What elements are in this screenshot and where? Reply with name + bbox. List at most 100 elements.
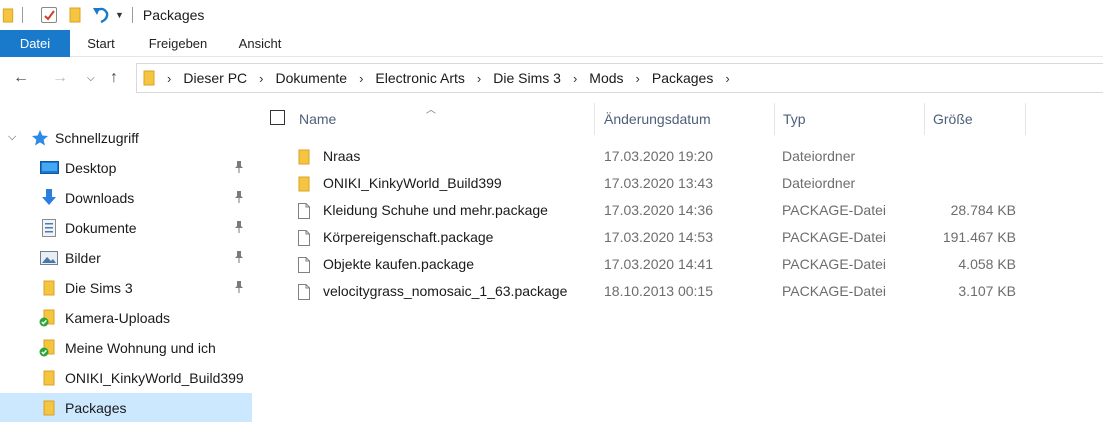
sidebar-item-meine-wohnung[interactable]: Meine Wohnung und ich: [0, 333, 252, 363]
table-row[interactable]: velocitygrass_nomosaic_1_63.package 18.1…: [260, 279, 1103, 306]
file-icon: [298, 203, 310, 219]
file-type: PACKAGE-Datei: [782, 256, 886, 272]
synced-folder-icon: [39, 339, 55, 357]
pin-icon[interactable]: [234, 191, 244, 203]
file-date: 17.03.2020 14:41: [604, 256, 713, 272]
pin-icon[interactable]: [234, 161, 244, 173]
back-arrow-icon[interactable]: ←: [13, 69, 29, 87]
file-name: ONIKI_KinkyWorld_Build399: [323, 175, 502, 191]
sidebar-item-downloads[interactable]: Downloads: [0, 183, 252, 213]
file-date: 18.10.2013 00:15: [604, 283, 713, 299]
column-header-size[interactable]: Größe: [933, 108, 973, 136]
sidebar-item-die-sims-3[interactable]: Die Sims 3: [0, 273, 252, 303]
sidebar-item-documents[interactable]: Dokumente: [0, 213, 252, 243]
file-size: 191.467 KB: [942, 229, 1016, 245]
breadcrumb-die-sims-3[interactable]: Die Sims 3: [493, 70, 561, 86]
sidebar-item-label: Bilder: [65, 250, 101, 266]
column-divider[interactable]: [774, 103, 775, 135]
undo-icon[interactable]: [91, 5, 111, 25]
breadcrumb-chevron-icon[interactable]: ›: [167, 71, 171, 86]
customize-toolbar-dropdown-icon[interactable]: ▼: [115, 10, 124, 20]
file-date: 17.03.2020 14:36: [604, 202, 713, 218]
table-row[interactable]: Kleidung Schuhe und mehr.package 17.03.2…: [260, 198, 1103, 225]
tab-file[interactable]: Datei: [0, 30, 70, 57]
sidebar-item-oniki[interactable]: ONIKI_KinkyWorld_Build399: [0, 363, 252, 393]
table-row[interactable]: ONIKI_KinkyWorld_Build399 17.03.2020 13:…: [260, 171, 1103, 198]
file-icon: [298, 284, 310, 300]
nav-quick-access-label: Schnellzugriff: [55, 130, 139, 146]
breadcrumb-chevron-icon[interactable]: ›: [573, 71, 577, 86]
breadcrumb-documents[interactable]: Dokumente: [275, 70, 347, 86]
nav-quick-access[interactable]: ⌵ Schnellzugriff: [0, 123, 252, 153]
sidebar-item-kamera-uploads[interactable]: Kamera-Uploads: [0, 303, 252, 333]
sidebar-item-label: Downloads: [65, 190, 135, 206]
file-size: 28.784 KB: [950, 202, 1016, 218]
recent-locations-chevron-icon[interactable]: ⌵: [87, 73, 95, 84]
table-row[interactable]: Objekte kaufen.package 17.03.2020 14:41 …: [260, 252, 1103, 279]
properties-check-icon: [44, 10, 55, 21]
column-divider[interactable]: [594, 103, 595, 135]
column-header-type[interactable]: Typ: [783, 108, 806, 136]
file-list: ︿ Name Änderungsdatum Typ Größe Nraas 17…: [260, 101, 1103, 422]
breadcrumb-packages[interactable]: Packages: [652, 70, 713, 86]
ribbon-tabs: Datei Start Freigeben Ansicht: [0, 30, 1103, 57]
breadcrumb-chevron-icon[interactable]: ›: [359, 71, 363, 86]
file-date: 17.03.2020 13:43: [604, 175, 713, 191]
synced-folder-icon: [39, 309, 55, 327]
folder-icon[interactable]: [2, 7, 14, 23]
table-row[interactable]: Körpereigenschaft.package 17.03.2020 14:…: [260, 225, 1103, 252]
breadcrumb-chevron-icon[interactable]: ›: [259, 71, 263, 86]
title-bar: ▼ Packages: [0, 0, 1103, 30]
sidebar-item-desktop[interactable]: Desktop: [0, 153, 252, 183]
breadcrumb-chevron-icon[interactable]: ›: [636, 71, 640, 86]
folder-icon: [43, 370, 55, 386]
file-type: PACKAGE-Datei: [782, 229, 886, 245]
select-all-checkbox[interactable]: [270, 110, 285, 125]
sort-ascending-icon: ︿: [426, 105, 436, 116]
file-name: Körpereigenschaft.package: [323, 229, 494, 245]
desktop-icon: [40, 161, 59, 174]
expand-chevron-icon[interactable]: ⌵: [8, 131, 16, 144]
breadcrumb-electronic-arts[interactable]: Electronic Arts: [375, 70, 464, 86]
quick-access-toolbar: ▼: [0, 0, 141, 30]
address-row: ← → ⌵ ↑ › Dieser PC › Dokumente › Electr…: [0, 57, 1103, 101]
file-type: Dateiordner: [782, 175, 856, 191]
file-date: 17.03.2020 14:53: [604, 229, 713, 245]
tab-view[interactable]: Ansicht: [224, 30, 296, 57]
pin-icon[interactable]: [234, 251, 244, 263]
file-type: Dateiordner: [782, 148, 856, 164]
properties-button[interactable]: [41, 7, 57, 23]
column-header-name[interactable]: Name: [299, 108, 336, 136]
pin-icon[interactable]: [234, 221, 244, 233]
pin-icon[interactable]: [234, 281, 244, 293]
file-name: velocitygrass_nomosaic_1_63.package: [323, 283, 568, 299]
breadcrumb-chevron-icon[interactable]: ›: [725, 71, 729, 86]
address-bar[interactable]: › Dieser PC › Dokumente › Electronic Art…: [136, 63, 1103, 93]
table-row[interactable]: Nraas 17.03.2020 19:20 Dateiordner: [260, 144, 1103, 171]
folder-icon: [298, 149, 310, 165]
forward-arrow-icon[interactable]: →: [52, 69, 68, 87]
breadcrumb-this-pc[interactable]: Dieser PC: [183, 70, 247, 86]
sidebar-item-label: Kamera-Uploads: [65, 310, 171, 326]
column-header-date[interactable]: Änderungsdatum: [604, 108, 711, 136]
column-divider[interactable]: [1025, 103, 1026, 135]
sidebar-item-pictures[interactable]: Bilder: [0, 243, 252, 273]
folder-icon: [143, 70, 155, 86]
file-size: 4.058 KB: [958, 256, 1016, 272]
column-divider[interactable]: [924, 103, 925, 135]
sidebar-item-packages[interactable]: Packages: [0, 393, 252, 422]
sidebar-item-label: Desktop: [65, 160, 117, 176]
folder-icon: [43, 400, 55, 416]
star-icon: [32, 130, 48, 146]
pictures-icon: [40, 251, 58, 265]
breadcrumb-chevron-icon[interactable]: ›: [477, 71, 481, 86]
breadcrumb-mods[interactable]: Mods: [589, 70, 623, 86]
tab-share[interactable]: Freigeben: [132, 30, 224, 57]
tab-start[interactable]: Start: [70, 30, 132, 57]
file-type: PACKAGE-Datei: [782, 283, 886, 299]
documents-icon: [42, 219, 56, 237]
file-type: PACKAGE-Datei: [782, 202, 886, 218]
up-arrow-icon[interactable]: ↑: [110, 69, 118, 87]
new-folder-icon[interactable]: [67, 7, 83, 23]
file-icon: [298, 257, 310, 273]
